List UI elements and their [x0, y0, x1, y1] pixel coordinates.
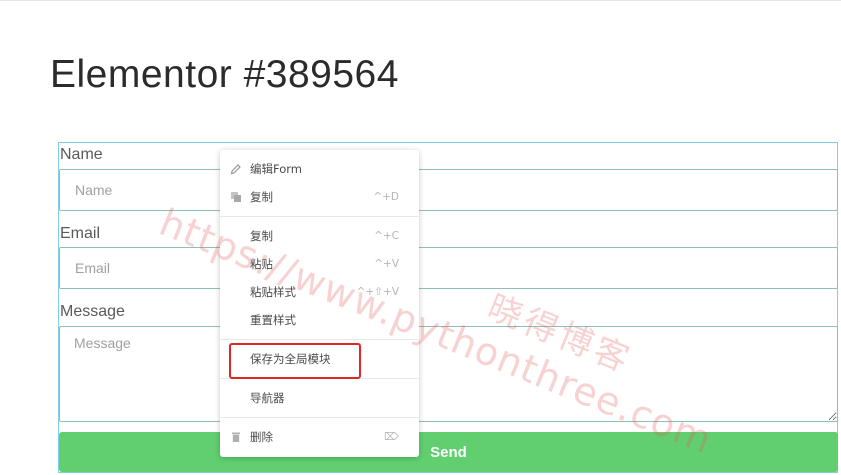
menu-item-label: 编辑Form — [250, 162, 302, 176]
menu-item-label: 保存为全局模块 — [250, 352, 331, 366]
name-label: Name — [60, 146, 103, 163]
menu-item-shortcut: ^+V — [374, 258, 399, 270]
menu-item-shortcut: ⌦ — [384, 431, 399, 443]
message-label: Message — [60, 303, 125, 320]
menu-group-edit: 编辑Form 复制 ^+D — [220, 150, 419, 217]
menu-group-clipboard: 复制 ^+C 粘贴 ^+V 粘贴样式 ^+⇧+V 重置样式 — [220, 217, 419, 340]
email-input[interactable] — [59, 247, 838, 289]
elementor-editor-preview: Elementor #389564 Name Email Message Sen… — [0, 0, 841, 475]
menu-group-delete: 删除 ⌦ — [220, 418, 419, 456]
duplicate-icon — [231, 192, 241, 202]
email-label: Email — [60, 225, 101, 242]
menu-item-label: 粘贴 — [250, 257, 273, 271]
menu-item-shortcut: ^+D — [373, 191, 399, 203]
menu-item-label: 导航器 — [250, 391, 285, 405]
top-divider — [0, 0, 841, 1]
name-input[interactable] — [59, 169, 838, 211]
menu-item-save-as-global[interactable]: 保存为全局模块 — [220, 345, 419, 373]
menu-item-label: 重置样式 — [250, 313, 296, 327]
menu-item-paste-style[interactable]: 粘贴样式 ^+⇧+V — [220, 278, 419, 306]
menu-group-navigator: 导航器 — [220, 379, 419, 418]
menu-item-label: 粘贴样式 — [250, 285, 296, 299]
menu-group-global: 保存为全局模块 — [220, 340, 419, 379]
menu-item-label: 复制 — [250, 229, 273, 243]
send-button[interactable]: Send — [59, 432, 838, 472]
menu-item-delete[interactable]: 删除 ⌦ — [220, 423, 419, 451]
context-menu: 编辑Form 复制 ^+D 复制 ^+C 粘贴 ^+V 粘贴样式 ^+⇧+V 重… — [220, 150, 419, 457]
menu-item-edit-form[interactable]: 编辑Form — [220, 155, 419, 183]
message-textarea[interactable] — [59, 326, 838, 422]
pencil-icon — [230, 164, 241, 175]
menu-item-duplicate[interactable]: 复制 ^+D — [220, 183, 419, 211]
menu-item-shortcut: ^+C — [374, 230, 399, 242]
menu-item-label: 复制 — [250, 190, 273, 204]
menu-item-navigator[interactable]: 导航器 — [220, 384, 419, 412]
menu-item-paste[interactable]: 粘贴 ^+V — [220, 250, 419, 278]
page-title: Elementor #389564 — [50, 53, 399, 96]
menu-item-copy[interactable]: 复制 ^+C — [220, 222, 419, 250]
menu-item-label: 删除 — [250, 430, 273, 444]
menu-item-shortcut: ^+⇧+V — [356, 286, 399, 298]
menu-item-reset-style[interactable]: 重置样式 — [220, 306, 419, 334]
trash-icon — [232, 432, 240, 442]
